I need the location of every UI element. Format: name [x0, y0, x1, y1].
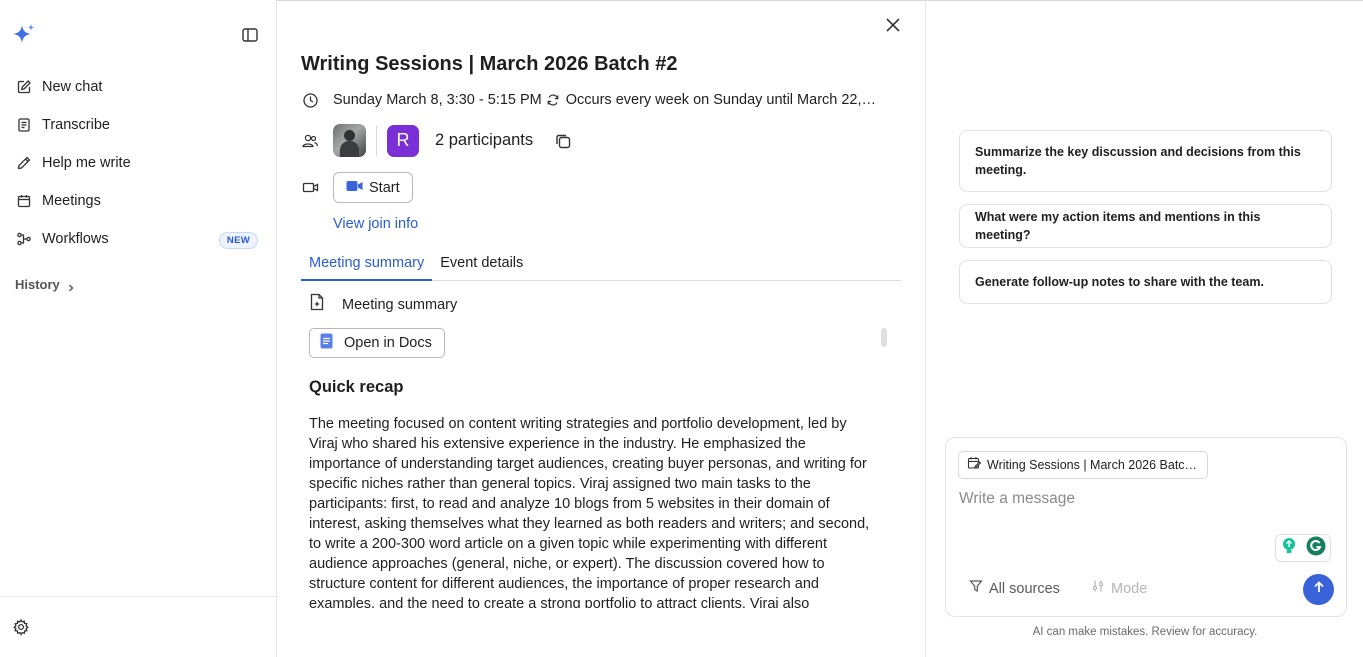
recap-text: The meeting focused on content writing s… [309, 416, 870, 608]
recap-title: Quick recap [309, 378, 404, 396]
start-label: Start [369, 179, 400, 196]
sidebar: New chat Transcribe Help me write Meetin… [0, 0, 277, 657]
sidebar-nav: New chat Transcribe Help me write Meetin… [0, 68, 277, 258]
video-camera-icon [346, 179, 363, 197]
avatar[interactable]: R [387, 124, 419, 157]
send-button[interactable] [1303, 574, 1334, 605]
tab-meeting-summary[interactable]: Meeting summary [301, 255, 433, 281]
history-toggle[interactable]: History [15, 277, 76, 292]
sidebar-item-workflows[interactable]: Workflows NEW [0, 220, 277, 258]
context-chip-label: Writing Sessions | March 2026 Batch #2 [987, 458, 1201, 472]
calendar-icon [15, 192, 33, 210]
tab-event-details[interactable]: Event details [432, 255, 531, 281]
sidebar-divider [0, 596, 276, 597]
docs-icon [320, 333, 333, 354]
mode-button[interactable]: Mode [1091, 579, 1147, 598]
grammarly-logo-icon [1306, 536, 1326, 561]
message-input[interactable] [959, 488, 1329, 510]
participants-count[interactable]: 2 participants [435, 131, 533, 150]
filter-icon [969, 579, 983, 598]
start-meeting-button[interactable]: Start [333, 172, 413, 203]
event-title: Writing Sessions | March 2026 Batch #2 [301, 53, 678, 75]
workflow-icon [15, 230, 33, 248]
sidebar-toggle-icon[interactable] [240, 25, 260, 45]
suggestion-action-items[interactable]: What were my action items and mentions i… [959, 204, 1332, 248]
summary-section-header: Meeting summary [309, 293, 457, 316]
participants-row: R 2 participants [301, 124, 573, 157]
clock-icon [301, 91, 319, 109]
suggestion-summarize[interactable]: Summarize the key discussion and decisio… [959, 130, 1332, 192]
calendar-edit-icon [967, 456, 982, 475]
mode-label: Mode [1111, 580, 1148, 597]
summary-heading: Meeting summary [342, 296, 458, 313]
open-in-docs-label: Open in Docs [344, 335, 432, 351]
close-icon[interactable] [883, 15, 903, 35]
sidebar-item-label: Meetings [42, 193, 101, 209]
sliders-icon [1091, 579, 1105, 598]
history-label: History [15, 277, 60, 292]
gear-icon[interactable] [12, 618, 30, 636]
new-badge: NEW [218, 232, 258, 249]
assistant-panel: Summarize the key discussion and decisio… [927, 0, 1363, 657]
view-join-info-link[interactable]: View join info [333, 216, 418, 232]
transcribe-icon [15, 116, 33, 134]
sidebar-item-label: New chat [42, 79, 103, 95]
sidebar-item-meetings[interactable]: Meetings [0, 182, 277, 220]
avatar-divider [376, 125, 377, 156]
sidebar-item-new-chat[interactable]: New chat [0, 68, 277, 106]
summary-file-icon [309, 293, 325, 316]
event-time-row: Sunday March 8, 3:30 - 5:15 PM Occurs ev… [301, 91, 878, 109]
people-icon [301, 132, 319, 150]
sidebar-item-label: Transcribe [42, 117, 110, 133]
scrollbar[interactable] [881, 328, 887, 347]
compose-icon [15, 78, 33, 96]
sidebar-item-label: Workflows [42, 231, 109, 247]
chevron-right-icon [66, 280, 76, 291]
all-sources-label: All sources [989, 580, 1060, 597]
grammarly-widget[interactable] [1275, 534, 1331, 562]
event-time: Sunday March 8, 3:30 - 5:15 PM [333, 92, 542, 108]
video-row: Start [301, 172, 413, 203]
repeat-icon [546, 93, 560, 107]
open-in-docs-button[interactable]: Open in Docs [309, 328, 445, 358]
sidebar-item-label: Help me write [42, 155, 131, 171]
arrow-up-icon [1312, 580, 1326, 599]
video-camera-icon [301, 179, 319, 197]
meeting-detail-panel: Writing Sessions | March 2026 Batch #2 S… [277, 0, 926, 657]
message-composer: Writing Sessions | March 2026 Batch #2 A… [945, 437, 1347, 617]
suggestion-follow-up-notes[interactable]: Generate follow-up notes to share with t… [959, 260, 1332, 304]
lightbulb-icon [1281, 537, 1297, 560]
sparkle-logo-icon[interactable] [11, 22, 37, 48]
detail-tabs: Meeting summary Event details [301, 255, 901, 281]
avatar[interactable] [333, 124, 366, 157]
ai-disclaimer: AI can make mistakes. Review for accurac… [1032, 626, 1258, 638]
sidebar-item-transcribe[interactable]: Transcribe [0, 106, 277, 144]
copy-icon[interactable] [553, 131, 573, 151]
sidebar-item-help-me-write[interactable]: Help me write [0, 144, 277, 182]
all-sources-button[interactable]: All sources [969, 579, 1060, 598]
context-chip[interactable]: Writing Sessions | March 2026 Batch #2 [958, 451, 1208, 479]
pen-icon [15, 154, 33, 172]
event-recurrence: Occurs every week on Sunday until March … [565, 92, 878, 108]
